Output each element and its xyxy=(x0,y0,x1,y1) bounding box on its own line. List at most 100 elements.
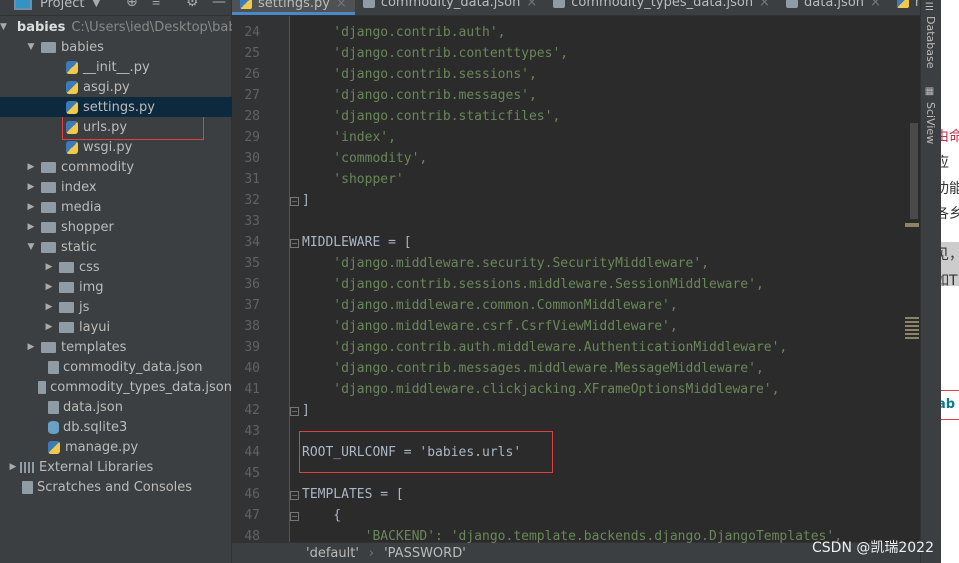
collapsed-arrow-icon[interactable]: ▶ xyxy=(26,162,36,172)
tool-tab-sciview[interactable]: SciView xyxy=(924,102,937,144)
tree-item[interactable]: ▶ css xyxy=(0,257,232,277)
breadcrumb-item[interactable]: 'default' xyxy=(306,546,359,561)
error-stripe[interactable] xyxy=(905,325,919,327)
gear-icon[interactable]: ⚙ xyxy=(186,0,199,10)
code-line[interactable]: 'django.contrib.sessions', xyxy=(302,67,537,82)
tab-data-json[interactable]: data.json × xyxy=(778,0,889,10)
code-line[interactable]: 'commodity', xyxy=(302,151,427,166)
code-line[interactable]: ROOT_URLCONF = 'babies.urls' xyxy=(302,445,521,460)
fold-marker-icon[interactable]: − xyxy=(290,197,299,206)
tree-item[interactable]: ▶ commodity xyxy=(0,157,232,177)
code-line[interactable]: 'django.middleware.csrf.CsrfViewMiddlewa… xyxy=(302,319,677,334)
tree-item[interactable]: db.sqlite3 xyxy=(0,417,232,437)
page-text: 如T xyxy=(941,273,958,289)
code-line[interactable]: 'BACKEND': 'django.template.backends.dja… xyxy=(302,529,842,544)
tree-item[interactable]: ▶ templates xyxy=(0,337,232,357)
line-number: 32 xyxy=(244,193,260,208)
tree-item[interactable]: data.json xyxy=(0,397,232,417)
tree-item[interactable]: manage.py xyxy=(0,437,232,457)
fold-marker-icon[interactable]: − xyxy=(290,407,299,416)
collapsed-arrow-icon[interactable]: ▶ xyxy=(26,222,36,232)
fold-marker-icon[interactable]: − xyxy=(290,512,299,521)
tool-tab-database[interactable]: Database xyxy=(924,16,937,69)
tree-item[interactable]: urls.py xyxy=(0,117,232,137)
line-number: 33 xyxy=(244,214,260,229)
chevron-down-icon[interactable]: ▼ xyxy=(92,0,100,9)
error-stripe[interactable] xyxy=(905,337,919,339)
tree-item[interactable]: asgi.py xyxy=(0,77,232,97)
code-line[interactable]: { xyxy=(302,508,341,523)
code-line[interactable]: 'django.middleware.clickjacking.XFrameOp… xyxy=(302,382,779,397)
tab-commodity_data-json[interactable]: commodity_data.json × xyxy=(355,0,545,10)
collapsed-arrow-icon[interactable]: ▶ xyxy=(44,302,54,312)
collapsed-arrow-icon[interactable]: ▶ xyxy=(26,342,36,352)
minimize-icon[interactable]: — xyxy=(212,0,226,10)
error-stripe[interactable] xyxy=(905,317,919,319)
tab-settings-py[interactable]: settings.py × xyxy=(232,0,355,15)
code-line[interactable]: MIDDLEWARE = [ xyxy=(302,235,412,250)
code-line[interactable]: ] xyxy=(302,193,310,208)
tree-item[interactable]: Scratches and Consoles xyxy=(0,477,232,497)
error-stripe[interactable] xyxy=(905,321,919,323)
tree-item[interactable]: commodity_types_data.json xyxy=(0,377,232,397)
expanded-arrow-icon[interactable]: ▼ xyxy=(26,42,36,52)
tab-mode[interactable]: mode xyxy=(889,0,920,10)
code-line[interactable]: 'django.middleware.security.SecurityMidd… xyxy=(302,256,709,271)
tree-item[interactable]: ▼ babies C:\Users\ied\Desktop\babies xyxy=(0,17,255,37)
collapsed-arrow-icon[interactable]: ▶ xyxy=(26,182,36,192)
tree-item-label: templates xyxy=(61,339,127,355)
project-panel-title[interactable]: Project xyxy=(40,0,84,11)
collapsed-arrow-icon[interactable]: ▶ xyxy=(26,202,36,212)
tree-item-label: db.sqlite3 xyxy=(63,419,128,435)
tree-item[interactable]: ▼ static xyxy=(0,237,232,257)
code-line[interactable]: 'django.contrib.messages', xyxy=(302,88,537,103)
tree-item[interactable]: commodity_data.json xyxy=(0,357,232,377)
line-number: 43 xyxy=(244,424,260,439)
tree-item[interactable]: ▶ shopper xyxy=(0,217,232,237)
collapsed-arrow-icon[interactable]: ▶ xyxy=(8,462,18,472)
collapsed-arrow-icon[interactable]: ▶ xyxy=(44,262,54,272)
code-line[interactable]: 'django.contrib.auth', xyxy=(302,25,505,40)
locate-icon[interactable]: ⊕ xyxy=(126,0,138,10)
editor-scrollbar[interactable] xyxy=(910,123,918,219)
breadcrumb-item[interactable]: 'PASSWORD' xyxy=(384,546,466,561)
code-line[interactable]: 'index', xyxy=(302,130,396,145)
code-line[interactable]: 'django.contrib.auth.middleware.Authenti… xyxy=(302,340,787,355)
code-line[interactable]: 'django.contrib.staticfiles', xyxy=(302,109,560,124)
code-line[interactable]: TEMPLATES = [ xyxy=(302,487,404,502)
tree-item[interactable]: ▶ media xyxy=(0,197,232,217)
fold-marker-icon[interactable]: − xyxy=(290,239,299,248)
line-number: 34 xyxy=(244,235,260,250)
expanded-arrow-icon[interactable]: ▼ xyxy=(26,242,36,252)
tree-item[interactable]: wsgi.py xyxy=(0,137,232,157)
code-line[interactable]: 'shopper' xyxy=(302,172,403,187)
fold-marker-icon[interactable]: − xyxy=(290,491,299,500)
project-panel: Project ▼ ⊕ ⩮ ⚙ — ▼ babies C:\Users\ied\De… xyxy=(0,0,255,563)
tree-item[interactable]: ▶ External Libraries xyxy=(0,457,232,477)
tree-item[interactable]: ▶ img xyxy=(0,277,232,297)
code-line[interactable]: ] xyxy=(302,403,310,418)
tree-item[interactable]: ▶ layui xyxy=(0,317,232,337)
collapsed-arrow-icon[interactable]: ▶ xyxy=(44,282,54,292)
tree-item[interactable]: ▼ babies xyxy=(0,37,232,57)
code-line[interactable]: 'django.contrib.sessions.middleware.Sess… xyxy=(302,277,763,292)
close-icon[interactable]: × xyxy=(526,0,537,10)
tree-item[interactable]: ▶ js xyxy=(0,297,232,317)
collapsed-arrow-icon[interactable]: ▶ xyxy=(44,322,54,332)
code-line[interactable]: 'django.middleware.common.CommonMiddlewa… xyxy=(302,298,677,313)
code-line[interactable]: 'django.contrib.messages.middleware.Mess… xyxy=(302,361,763,376)
code-line[interactable]: 'django.contrib.contenttypes', xyxy=(302,46,568,61)
tree-item[interactable]: ▶ index xyxy=(0,177,232,197)
error-stripe[interactable] xyxy=(905,329,919,331)
tab-commodity_types_data-json[interactable]: commodity_types_data.json × xyxy=(545,0,778,10)
tree-item[interactable]: __init__.py xyxy=(0,57,232,77)
close-icon[interactable]: × xyxy=(870,0,881,10)
tree-item[interactable]: settings.py xyxy=(0,97,232,117)
line-number: 47 xyxy=(244,508,260,523)
line-number: 42 xyxy=(244,403,260,418)
close-icon[interactable]: × xyxy=(336,0,347,11)
error-stripe[interactable] xyxy=(905,333,919,335)
collapse-all-icon[interactable]: ⩮ xyxy=(152,0,160,10)
close-icon[interactable]: × xyxy=(759,0,770,10)
expanded-arrow-icon[interactable]: ▼ xyxy=(0,22,7,32)
